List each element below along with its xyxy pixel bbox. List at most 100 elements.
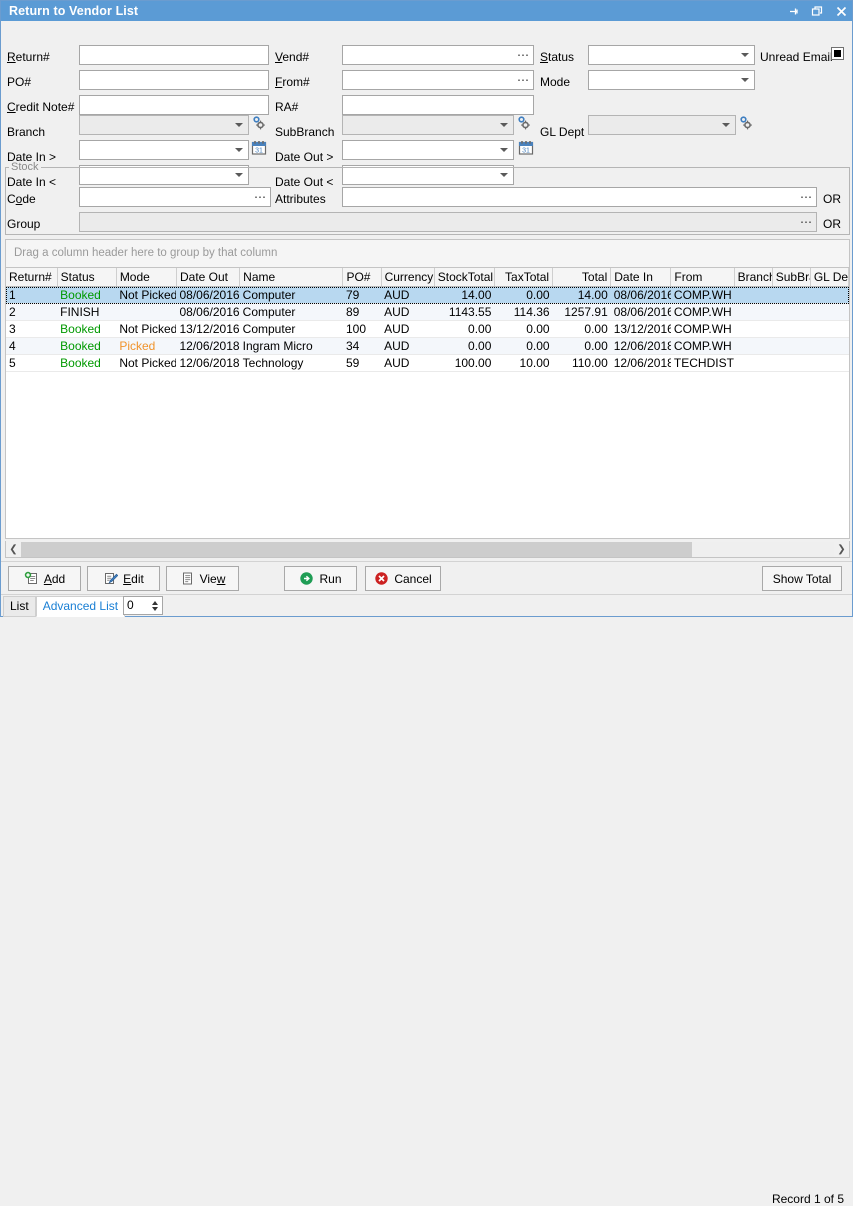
cell-branch (734, 354, 773, 372)
grid-header-currency[interactable]: Currency (381, 268, 435, 287)
cell-date_in: 13/12/2016 (610, 320, 671, 338)
po-no-input[interactable] (79, 70, 269, 90)
label-stock-attributes: Attributes (275, 192, 326, 206)
cell-gl_dept (810, 354, 849, 372)
mode-combo[interactable] (588, 70, 755, 90)
cell-date_in: 08/06/2016 (610, 286, 671, 304)
add-button[interactable]: Add (8, 566, 81, 591)
branch-combo[interactable] (79, 115, 249, 135)
table-row[interactable]: 3 Booked Not Picked 13/12/2016 Computer 100 AU… (6, 320, 849, 338)
run-button[interactable]: Run (284, 566, 357, 591)
mode-badge: Not Picked (119, 322, 177, 336)
stock-code-input[interactable]: ⋯ (79, 187, 271, 207)
cell-name: Computer (239, 320, 343, 338)
view-button[interactable]: View (166, 566, 239, 591)
cell-from: COMP.WH (670, 286, 735, 304)
credit-note-no-input[interactable] (79, 95, 269, 115)
calendar-icon[interactable]: 31 (251, 140, 267, 156)
close-icon[interactable] (834, 4, 848, 18)
gl-dept-gear-icon[interactable] (738, 115, 754, 131)
edit-button[interactable]: Edit (87, 566, 160, 591)
grid-header-po_no[interactable]: PO# (342, 268, 382, 287)
cell-tax_total: 114.36 (494, 303, 553, 321)
gl-dept-combo[interactable] (588, 115, 736, 135)
calendar-icon[interactable]: 31 (518, 140, 534, 156)
grid-header-subbranch[interactable]: SubBra (772, 268, 811, 287)
cell-branch (734, 303, 773, 321)
ellipsis-icon[interactable]: ⋯ (800, 190, 813, 204)
svg-text:31: 31 (522, 148, 530, 155)
unread-email-checkbox[interactable] (831, 47, 844, 60)
scrollbar-thumb[interactable] (21, 541, 692, 557)
table-row[interactable]: 2 FINISH 08/06/2016 Computer 89 AUD 1143.55 114… (6, 303, 849, 321)
cell-total: 1257.91 (552, 303, 611, 321)
cancel-button[interactable]: Cancel (365, 566, 441, 591)
ellipsis-icon[interactable]: ⋯ (800, 215, 813, 229)
cell-name: Computer (239, 303, 343, 321)
cell-status: Booked (57, 354, 117, 372)
cell-tax_total: 0.00 (494, 337, 553, 355)
grid-header-name[interactable]: Name (239, 268, 344, 287)
vend-no-input[interactable]: ⋯ (342, 45, 534, 65)
ra-no-input[interactable] (342, 95, 534, 115)
grid-header-date_out[interactable]: Date Out (176, 268, 241, 287)
table-row[interactable]: 4 Booked Picked 12/06/2018 Ingram Micro 34 AUD… (6, 337, 849, 355)
restore-icon[interactable] (810, 4, 824, 18)
from-no-input[interactable]: ⋯ (342, 70, 534, 90)
cell-tax_total: 0.00 (494, 320, 553, 338)
cell-currency: AUD (381, 286, 435, 304)
cell-from: COMP.WH (670, 337, 735, 355)
cell-date_out: 08/06/2016 (176, 286, 240, 304)
scroll-right-icon[interactable]: ❯ (834, 541, 849, 557)
grid-header-status[interactable]: Status (57, 268, 117, 287)
status-combo[interactable] (588, 45, 755, 65)
run-icon (299, 571, 314, 586)
cell-po_no: 79 (342, 286, 382, 304)
scroll-left-icon[interactable]: ❮ (6, 541, 21, 557)
grid-header-total[interactable]: Total (552, 268, 612, 287)
label-vend-no: Vend# (275, 50, 310, 64)
show-total-button[interactable]: Show Total (762, 566, 842, 591)
grid-header-from[interactable]: From (670, 268, 735, 287)
filter-panel: Return# PO# Credit Note# Branch Date In … (1, 21, 852, 189)
grid-horizontal-scrollbar[interactable]: ❮ ❯ (5, 541, 850, 558)
stock-attributes-input[interactable]: ⋯ (342, 187, 817, 207)
label-ra-no: RA# (275, 100, 299, 114)
grid-header-return_no[interactable]: Return# (6, 268, 58, 287)
subbranch-gear-icon[interactable] (516, 115, 532, 131)
page-number-stepper[interactable]: 0 (123, 596, 163, 615)
stock-group-input[interactable]: ⋯ (79, 212, 817, 232)
stepper-arrows-icon[interactable] (150, 598, 160, 613)
ellipsis-icon[interactable]: ⋯ (517, 48, 530, 62)
date-out-gt-combo[interactable] (342, 140, 514, 160)
tab-advanced-list[interactable]: Advanced List (35, 596, 126, 617)
return-no-input[interactable] (79, 45, 269, 65)
chevron-down-icon (498, 144, 510, 156)
pin-icon[interactable] (786, 4, 800, 18)
ellipsis-icon[interactable]: ⋯ (254, 190, 267, 204)
grid-header-stock_total[interactable]: StockTotal (434, 268, 495, 287)
cell-branch (734, 320, 773, 338)
branch-gear-icon[interactable] (251, 115, 267, 131)
table-row[interactable]: 1 Booked Not Picked 08/06/2016 Computer 79 AUD… (6, 286, 849, 304)
cell-total: 14.00 (552, 286, 611, 304)
subbranch-combo[interactable] (342, 115, 514, 135)
scrollbar-track[interactable] (21, 541, 834, 557)
table-row[interactable]: 5 Booked Not Picked 12/06/2018 Technology 59 A… (6, 354, 849, 372)
edit-button-label: Edit (123, 571, 144, 586)
date-in-gt-combo[interactable] (79, 140, 249, 160)
group-by-bar[interactable]: Drag a column header here to group by th… (5, 239, 850, 267)
grid-header-gl_dept[interactable]: GL Dep (810, 268, 849, 287)
tab-list[interactable]: List (3, 596, 36, 617)
grid-header-date_in[interactable]: Date In (610, 268, 672, 287)
cell-stock_total: 100.00 (434, 354, 495, 372)
window-controls (786, 1, 848, 21)
ellipsis-icon[interactable]: ⋯ (517, 73, 530, 87)
grid-header-branch[interactable]: Branch (734, 268, 773, 287)
cell-return_no: 3 (6, 320, 58, 338)
grid-header-mode[interactable]: Mode (116, 268, 177, 287)
cell-mode: Not Picked (116, 286, 177, 304)
cell-mode (116, 303, 177, 321)
cell-subbranch (772, 286, 811, 304)
grid-header-tax_total[interactable]: TaxTotal (494, 268, 554, 287)
